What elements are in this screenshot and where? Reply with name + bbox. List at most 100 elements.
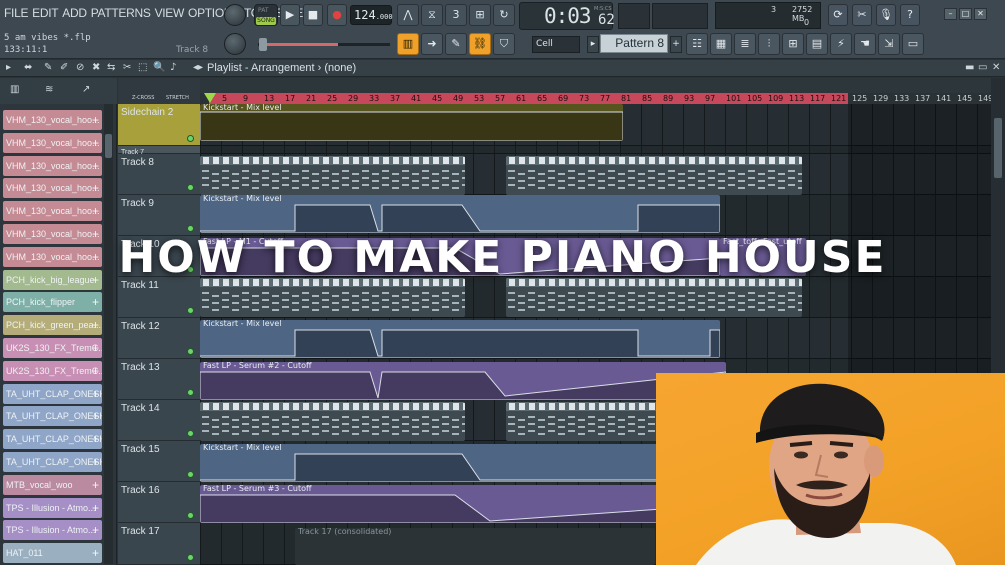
link-tool-button[interactable]: ⛓ [469,33,491,55]
snap-select[interactable]: Cell [532,36,580,53]
channel-button[interactable]: PCH_kick_flipper + [3,292,102,313]
menu-add[interactable]: ADD [62,6,87,20]
scrollbar-thumb[interactable] [994,118,1002,178]
select-icon[interactable]: ⬚ [138,62,147,73]
snap-magnet-icon[interactable]: ⬌ [24,62,32,73]
pattern-clip[interactable] [200,156,465,195]
countdown-button[interactable]: 3 [445,4,467,26]
audio-input-button[interactable]: 🎙 [876,4,896,26]
channel-button[interactable]: TA_UHT_CLAP_ONESH...+ [3,429,102,450]
track-header[interactable]: Track 8 [118,154,200,195]
chevron-right-icon[interactable]: ▸ [6,62,11,73]
playhead-marker[interactable] [204,93,216,103]
track-enable-led[interactable] [187,135,194,142]
channel-rack-button[interactable]: ≣ [734,33,756,55]
touch-controller-button[interactable]: ☚ [854,33,876,55]
zoom-icon[interactable]: 🔍 [153,62,165,73]
piano-keys-icon[interactable]: ▥ [10,84,19,95]
pencil-icon[interactable]: ✎ [44,62,52,73]
automation-clip[interactable]: Kickstart - Mix level [200,104,623,141]
track-header[interactable]: Track 13 [118,359,200,400]
pattern-selector[interactable]: Pattern 8 [600,34,668,53]
channel-button[interactable]: TPS - Illusion - Atmo... + [3,520,102,541]
add-icon[interactable]: + [92,429,99,449]
record-button[interactable]: ● [327,4,347,26]
automation-clip[interactable]: Kickstart - Mix level [200,320,720,358]
menu-view[interactable]: VIEW [155,6,185,20]
typing-keyboard-button[interactable]: ⋀ [397,4,419,26]
channel-button[interactable]: VHM_130_vocal_hoo... + [3,132,102,153]
automation-clip[interactable]: Kickstart - Mix level [200,444,720,482]
speaker-icon[interactable]: ♪ [170,62,176,73]
track-enable-led[interactable] [187,348,194,355]
track-enable-led[interactable] [187,554,194,561]
time-display[interactable]: 0:03 M:S:CS 62 [519,2,615,30]
track-header[interactable]: Sidechain 2 [118,104,200,146]
timeline-ruler[interactable]: 5 9 13 17 21 25 29 33 37 41 45 49 53 57 61 65 69 73 77 81 85… [200,93,991,104]
channel-button[interactable]: VHM_130_vocal_hoo... + [3,155,102,176]
track-enable-led[interactable] [187,430,194,437]
wait-input-button[interactable]: ⧖ [421,4,443,26]
master-volume-knob[interactable] [224,4,246,26]
track-header[interactable]: Track 11 [118,277,200,318]
help-button[interactable]: ? [900,4,920,26]
track-enable-led[interactable] [187,512,194,519]
master-pitch-knob[interactable] [224,33,246,55]
channel-button[interactable]: VHM_130_vocal_hoo... + [3,110,102,130]
mixer-button[interactable]: ⫶ [758,33,780,55]
plugin-picker-button[interactable]: ▤ [806,33,828,55]
close-playlist-icon[interactable]: ✕ [992,62,1000,73]
pat-song-toggle[interactable]: PAT SONG [254,4,278,26]
channel-button[interactable]: TPS - Illusion - Atmo... + [3,497,102,518]
pattern-prev-button[interactable]: ▸ [587,36,599,53]
waveform-icon[interactable]: ≋ [45,84,53,95]
add-icon[interactable]: + [92,315,99,335]
scrollbar-thumb[interactable] [105,134,112,158]
track-enable-led[interactable] [187,225,194,232]
add-icon[interactable]: + [92,338,99,358]
stop-button[interactable]: ■ [303,4,323,26]
paint-icon[interactable]: ✐ [60,62,68,73]
track-enable-led[interactable] [187,471,194,478]
pattern-clip[interactable] [506,278,802,317]
close-button[interactable]: ✕ [974,8,987,20]
automation-clip[interactable]: Fast LP - Serum #3 - Cutoff [200,485,720,523]
add-icon[interactable]: + [92,178,99,198]
picker-scrollbar[interactable] [104,104,113,564]
add-icon[interactable]: + [92,498,99,518]
track-header[interactable]: Track 16 [118,482,200,523]
export-button[interactable]: ⇲ [878,33,900,55]
master-volume-slider[interactable] [258,38,390,52]
add-icon[interactable]: + [92,384,99,404]
arrows-icon[interactable]: ◂▸ [193,62,203,73]
slider-thumb[interactable] [259,38,267,51]
track-enable-led[interactable] [187,184,194,191]
track-enable-led[interactable] [187,307,194,314]
playlist-overview[interactable] [200,78,991,93]
automation-clip[interactable]: Kickstart - Mix level [200,195,720,233]
channel-button[interactable]: TA_UHT_CLAP_ONESH...+ [3,406,102,427]
step-edit-button[interactable]: ⊞ [469,4,491,26]
track-header[interactable]: Track 17 [118,523,200,565]
add-icon[interactable]: + [92,406,99,426]
channel-button[interactable]: PCH_kick_green_pea... + [3,315,102,336]
automation-clip[interactable]: Fast LP - Serum #2 - Cutoff [200,362,726,400]
channel-button[interactable]: VHM_130_vocal_hoo... + [3,201,102,222]
pattern-clip[interactable] [506,156,802,195]
track-header[interactable]: Track 12 [118,318,200,359]
maximize-button[interactable]: □ [959,8,972,20]
menu-patterns[interactable]: PATTERNS [91,6,151,20]
plugin-database-button[interactable]: ⚡ [830,33,852,55]
add-icon[interactable]: + [92,543,99,563]
track-header[interactable]: Track 7 [118,146,200,156]
minimize-button[interactable]: – [944,8,957,20]
arrow-tool-button[interactable]: ➜ [421,33,443,55]
piano-roll-button[interactable]: ▥ [397,33,419,55]
plugin-manager-button[interactable]: ✂ [852,4,872,26]
channel-button[interactable]: UK2S_130_FX_TremC... + [3,338,102,358]
automation-icon[interactable]: ↗ [82,84,90,95]
tempo-display[interactable]: 124.000 [350,5,393,25]
loop-record-button[interactable]: ↻ [493,4,515,26]
track-enable-led[interactable] [187,389,194,396]
piano-roll-window-button[interactable]: ▦ [710,33,732,55]
